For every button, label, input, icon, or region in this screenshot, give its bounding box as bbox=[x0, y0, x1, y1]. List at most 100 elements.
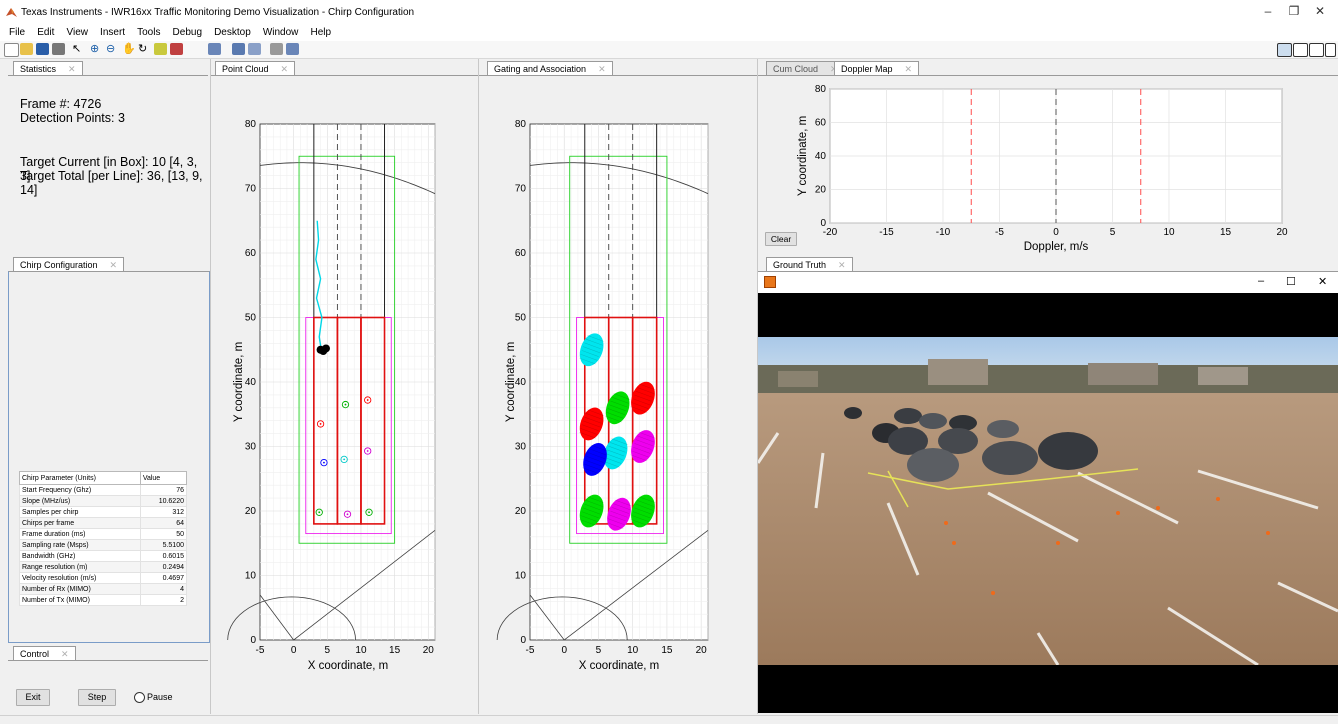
col-header-parameter: Chirp Parameter (Units) bbox=[19, 471, 141, 485]
tab-ground-truth[interactable]: Ground Truth ✕ bbox=[766, 257, 853, 272]
target-marker-center bbox=[318, 511, 321, 514]
y-tick-label: 70 bbox=[245, 184, 257, 195]
close-tab-icon[interactable]: ✕ bbox=[68, 64, 76, 74]
y-tick-label: 0 bbox=[820, 218, 826, 229]
video-maximize-button[interactable]: ☐ bbox=[1286, 275, 1296, 288]
letterbox-bottom bbox=[758, 665, 1338, 713]
close-tab-icon[interactable]: ✕ bbox=[838, 260, 846, 270]
legend-icon[interactable] bbox=[248, 43, 261, 55]
data-cursor-icon[interactable] bbox=[154, 43, 167, 55]
tab-label: Chirp Configuration bbox=[20, 260, 98, 270]
param-name: Number of Tx (MIMO) bbox=[19, 594, 141, 606]
zoom-in-icon[interactable]: ⊕ bbox=[90, 43, 103, 55]
menu-debug[interactable]: Debug bbox=[173, 26, 202, 40]
tab-chirp-configuration[interactable]: Chirp Configuration ✕ bbox=[13, 257, 125, 272]
target-marker-center bbox=[343, 458, 346, 461]
param-value: 0.4697 bbox=[139, 572, 188, 584]
x-tick-label: -5 bbox=[256, 645, 265, 656]
param-value: 4 bbox=[139, 583, 188, 595]
open-file-icon[interactable] bbox=[20, 43, 33, 55]
menu-desktop[interactable]: Desktop bbox=[214, 26, 251, 40]
brush-icon[interactable] bbox=[170, 43, 183, 55]
param-value: 50 bbox=[139, 528, 188, 540]
tile-single-icon[interactable] bbox=[1325, 43, 1336, 57]
pointer-icon[interactable]: ↖ bbox=[72, 43, 85, 55]
ground-truth-video-frame bbox=[758, 293, 1338, 713]
close-tab-icon[interactable]: ✕ bbox=[61, 649, 69, 659]
exit-button[interactable]: Exit bbox=[16, 689, 50, 706]
y-axis-label: Y coordinate, m bbox=[797, 116, 809, 196]
grid bbox=[260, 124, 436, 640]
pause-label: Pause bbox=[147, 692, 173, 702]
frame-number: Frame #: 4726 bbox=[20, 97, 102, 111]
param-value: 5.5100 bbox=[139, 539, 188, 551]
title-bar: Texas Instruments - IWR16xx Traffic Moni… bbox=[0, 0, 1338, 26]
menu-file[interactable]: File bbox=[9, 26, 25, 40]
point-cloud-plot[interactable]: -5 0 5 10 15 20 0 10 20 30 40 50 60 70 8… bbox=[211, 59, 478, 714]
step-button[interactable]: Step bbox=[78, 689, 116, 706]
rotate-icon[interactable]: ↻ bbox=[138, 43, 151, 55]
y-tick-label: 80 bbox=[515, 119, 527, 130]
x-axis-label: Doppler, m/s bbox=[1024, 241, 1089, 253]
statistics-panel: Statistics ✕ Frame #: 4726 Detection Poin… bbox=[0, 59, 210, 253]
minimize-button[interactable]: – bbox=[1258, 4, 1278, 18]
y-tick-label: 40 bbox=[245, 377, 257, 388]
param-name: Frame duration (ms) bbox=[19, 528, 141, 540]
link-icon[interactable] bbox=[208, 43, 221, 55]
tab-statistics[interactable]: Statistics ✕ bbox=[13, 61, 83, 76]
param-name: Slope (MHz/us) bbox=[19, 495, 141, 507]
x-tick-label: 0 bbox=[291, 645, 297, 656]
restore-button[interactable]: ❐ bbox=[1284, 4, 1304, 18]
menu-window[interactable]: Window bbox=[263, 26, 299, 40]
x-tick-label: -5 bbox=[995, 227, 1004, 238]
tile-grid-icon[interactable] bbox=[1277, 43, 1292, 57]
tile-columns-icon[interactable] bbox=[1293, 43, 1308, 57]
video-minimize-button[interactable]: – bbox=[1258, 275, 1264, 287]
pan-icon[interactable]: ✋ bbox=[122, 43, 136, 55]
y-tick-label: 50 bbox=[515, 313, 527, 324]
x-tick-label: 15 bbox=[661, 645, 673, 656]
param-value: 0.2494 bbox=[139, 561, 188, 573]
gating-association-plot[interactable]: -5 0 5 10 15 20 0 10 20 30 40 50 60 70 8… bbox=[479, 59, 757, 714]
menu-insert[interactable]: Insert bbox=[100, 26, 125, 40]
tab-label: Ground Truth bbox=[773, 260, 827, 270]
save-icon[interactable] bbox=[36, 43, 49, 55]
menu-tools[interactable]: Tools bbox=[137, 26, 160, 40]
close-tab-icon[interactable]: ✕ bbox=[110, 260, 118, 270]
menu-edit[interactable]: Edit bbox=[37, 26, 54, 40]
tile-rows-icon[interactable] bbox=[1309, 43, 1324, 57]
param-value: 0.6015 bbox=[139, 550, 188, 562]
show-plot-tools-icon[interactable] bbox=[286, 43, 299, 55]
target-marker-center bbox=[368, 511, 370, 514]
param-name: Number of Rx (MIMO) bbox=[19, 583, 141, 595]
y-tick-label: 10 bbox=[245, 571, 257, 582]
x-tick-labels: -20 -15 -10 -5 0 5 10 15 20 bbox=[823, 227, 1288, 238]
zoom-out-icon[interactable]: ⊖ bbox=[106, 43, 119, 55]
colorbar-icon[interactable] bbox=[232, 43, 245, 55]
new-figure-icon[interactable] bbox=[4, 43, 19, 57]
tab-label: Control bbox=[20, 649, 50, 659]
x-tick-label: 5 bbox=[596, 645, 602, 656]
doppler-map-plot[interactable]: -20 -15 -10 -5 0 5 10 15 20 0 20 40 60 8… bbox=[758, 59, 1338, 255]
hide-plot-tools-icon[interactable] bbox=[270, 43, 283, 55]
tree-line bbox=[758, 365, 1338, 395]
tab-label: Statistics bbox=[20, 64, 57, 74]
menu-help[interactable]: Help bbox=[310, 26, 331, 40]
y-tick-label: 10 bbox=[515, 571, 527, 582]
x-tick-labels: -5 0 5 10 15 20 bbox=[256, 645, 435, 656]
target-marker-center bbox=[323, 461, 325, 464]
close-button[interactable]: ✕ bbox=[1310, 4, 1330, 18]
pause-radio[interactable] bbox=[134, 692, 145, 703]
param-value: 10.6220 bbox=[139, 495, 188, 507]
tab-underline bbox=[8, 660, 208, 661]
chirp-parameter-table: Chirp Parameter (Units) Value Start Freq… bbox=[19, 471, 188, 606]
y-tick-label: 20 bbox=[515, 506, 527, 517]
x-tick-label: 5 bbox=[1110, 227, 1116, 238]
print-icon[interactable] bbox=[52, 43, 65, 55]
x-tick-label: 20 bbox=[696, 645, 708, 656]
tab-control[interactable]: Control ✕ bbox=[13, 646, 76, 661]
video-close-button[interactable]: ✕ bbox=[1318, 275, 1327, 288]
building bbox=[778, 371, 818, 387]
x-tick-label: -5 bbox=[526, 645, 535, 656]
menu-view[interactable]: View bbox=[66, 26, 88, 40]
